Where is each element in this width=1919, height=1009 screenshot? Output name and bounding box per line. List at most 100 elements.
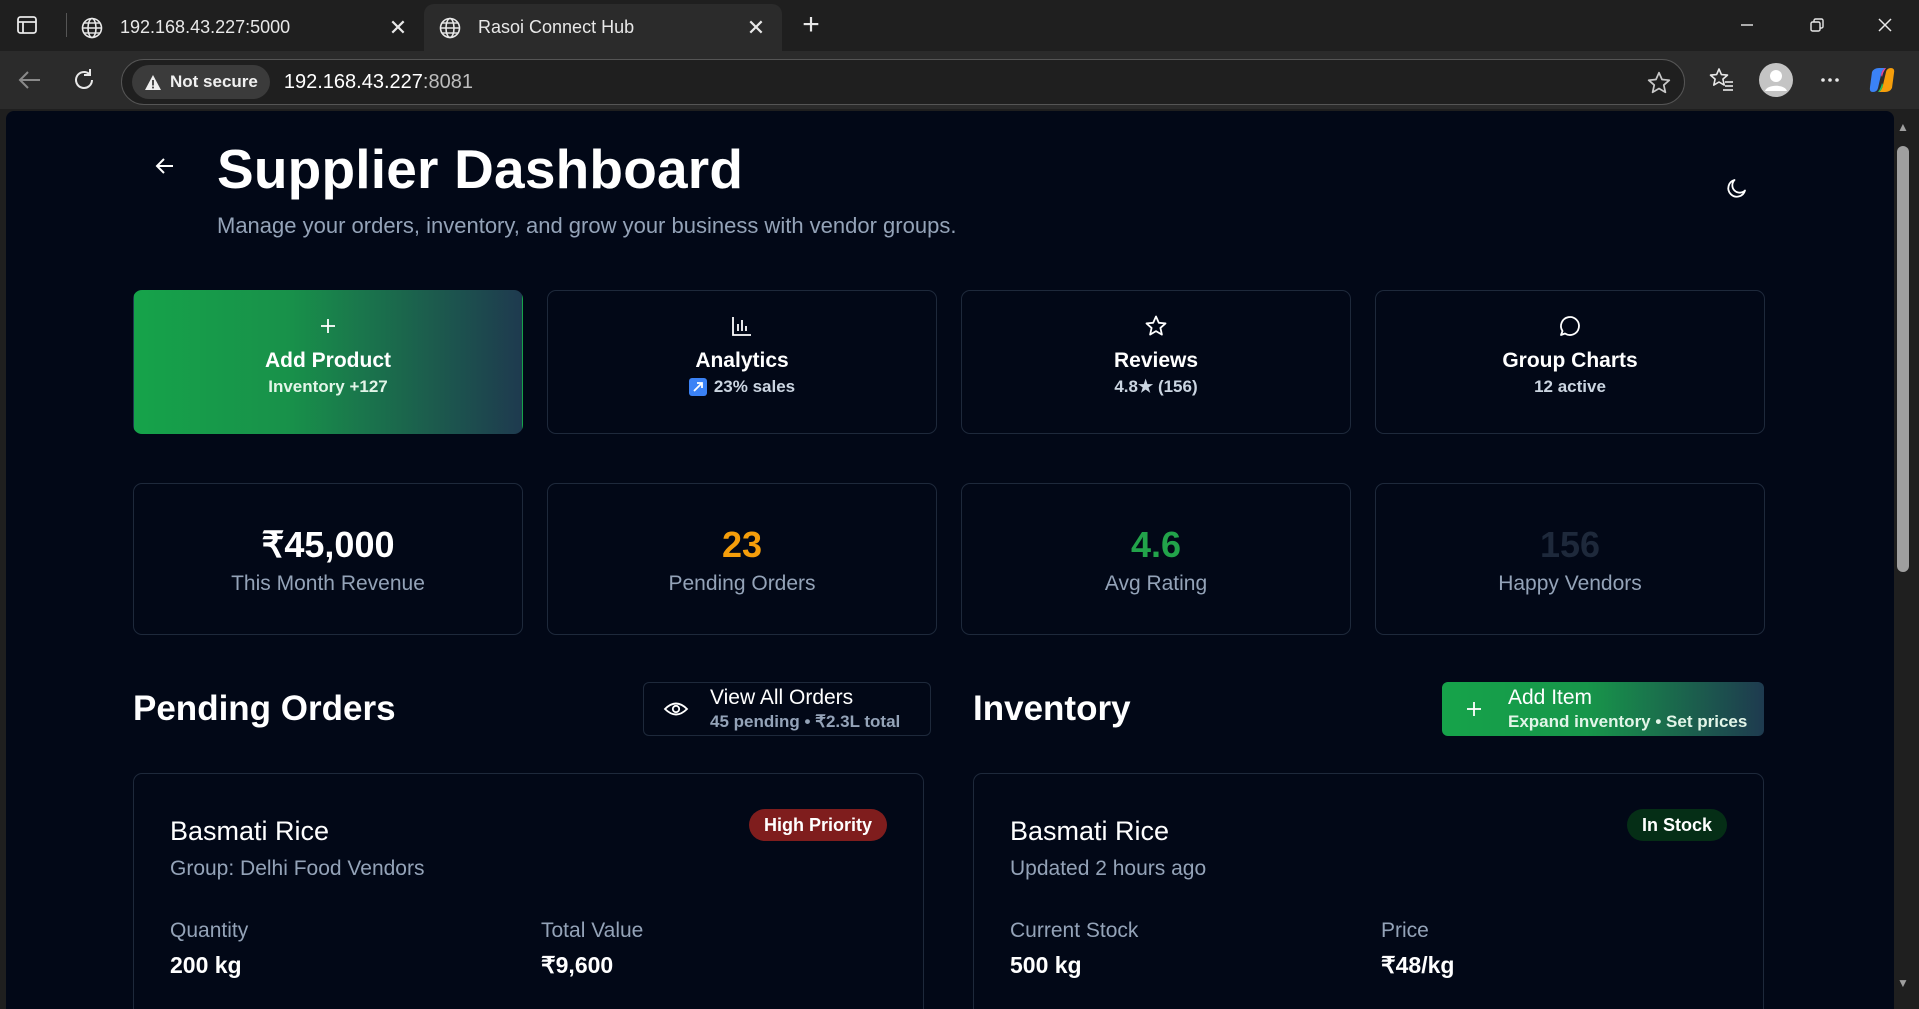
star-icon bbox=[1144, 315, 1168, 337]
card-title: Reviews bbox=[1113, 349, 1199, 372]
add-item-button[interactable]: Add Item Expand inventory • Set prices bbox=[1442, 682, 1764, 736]
inventory-updated: Updated 2 hours ago bbox=[1010, 857, 1207, 880]
add-product-card[interactable]: Add Product Inventory +127 bbox=[133, 290, 523, 434]
back-nav-button[interactable] bbox=[13, 63, 47, 97]
stat-label: Happy Vendors bbox=[1498, 572, 1642, 595]
stat-value: 23 bbox=[721, 524, 763, 565]
scroll-thumb[interactable] bbox=[1897, 146, 1909, 572]
pending-order-card[interactable]: Basmati Rice Group: Delhi Food Vendors H… bbox=[133, 773, 924, 1009]
warning-icon bbox=[144, 74, 162, 91]
stat-label: This Month Revenue bbox=[231, 572, 425, 595]
happy-vendors-stat-card: 156 Happy Vendors bbox=[1375, 483, 1765, 635]
security-label: Not secure bbox=[170, 72, 258, 91]
tab-rasoi-connect-hub[interactable]: Rasoi Connect Hub ✕ bbox=[424, 4, 782, 51]
order-group: Group: Delhi Food Vendors bbox=[170, 857, 425, 880]
trending-up-icon bbox=[688, 378, 707, 396]
url-host: 192.168.43.227 bbox=[283, 70, 423, 93]
copilot-icon bbox=[1869, 68, 1895, 92]
favorite-star-button[interactable] bbox=[1646, 70, 1672, 101]
globe-icon bbox=[80, 16, 104, 40]
total-value: ₹9,600 bbox=[541, 952, 614, 978]
page-title: Supplier Dashboard bbox=[217, 138, 744, 200]
pending-orders-heading: Pending Orders bbox=[133, 689, 396, 728]
minimize-button[interactable] bbox=[1727, 8, 1767, 42]
avatar-icon bbox=[1759, 63, 1793, 97]
current-stock-value: 500 kg bbox=[1010, 952, 1082, 978]
add-item-subtext: Expand inventory • Set prices bbox=[1508, 712, 1748, 731]
url-text: 192.168.43.227:8081 bbox=[284, 71, 473, 94]
browser-toolbar: Not secure 192.168.43.227:8081 bbox=[0, 51, 1919, 109]
price-label: Price bbox=[1381, 919, 1429, 942]
plus-icon bbox=[318, 315, 338, 337]
minimize-icon bbox=[1741, 24, 1753, 26]
quantity-label: Quantity bbox=[170, 919, 249, 942]
more-menu-button[interactable] bbox=[1811, 61, 1849, 99]
favorites-icon bbox=[1709, 68, 1733, 91]
profile-button[interactable] bbox=[1757, 61, 1795, 99]
card-subtitle: 23% sales bbox=[713, 377, 796, 396]
globe-icon bbox=[438, 16, 462, 40]
reviews-card[interactable]: Reviews 4.8★ (156) bbox=[961, 290, 1351, 434]
new-tab-button[interactable]: + bbox=[796, 8, 826, 41]
plus-icon bbox=[1460, 699, 1488, 719]
inventory-item-card[interactable]: Basmati Rice Updated 2 hours ago In Stoc… bbox=[973, 773, 1764, 1009]
inventory-product-name: Basmati Rice bbox=[1010, 816, 1170, 846]
scroll-down-icon[interactable]: ▼ bbox=[1895, 976, 1911, 990]
arrow-left-icon bbox=[18, 71, 40, 89]
stat-value: 156 bbox=[1539, 524, 1601, 565]
analytics-card[interactable]: Analytics 23% sales bbox=[547, 290, 937, 434]
arrow-left-icon bbox=[155, 158, 173, 174]
stat-label: Avg Rating bbox=[1104, 572, 1208, 595]
close-icon bbox=[1878, 18, 1892, 32]
tab-close-icon[interactable]: ✕ bbox=[386, 15, 410, 40]
card-subtitle: Inventory +127 bbox=[268, 377, 388, 396]
card-subtitle-row: 23% sales bbox=[688, 377, 796, 397]
tab-close-icon[interactable]: ✕ bbox=[744, 15, 768, 40]
inventory-heading: Inventory bbox=[973, 689, 1131, 728]
reload-button[interactable] bbox=[67, 63, 101, 97]
price-value: ₹48/kg bbox=[1381, 952, 1455, 978]
message-circle-icon bbox=[1558, 315, 1582, 337]
star-outline-icon bbox=[1647, 71, 1671, 94]
card-subtitle: 12 active bbox=[1534, 377, 1606, 396]
security-indicator[interactable]: Not secure bbox=[132, 65, 270, 99]
page-subtitle: Manage your orders, inventory, and grow … bbox=[217, 213, 957, 238]
more-dots-icon bbox=[1821, 78, 1839, 82]
card-subtitle: 4.8★ (156) bbox=[1114, 377, 1198, 396]
tab-title: Rasoi Connect Hub bbox=[478, 17, 635, 37]
copilot-button[interactable] bbox=[1863, 61, 1901, 99]
scroll-up-icon[interactable]: ▲ bbox=[1895, 120, 1911, 134]
group-charts-card[interactable]: Group Charts 12 active bbox=[1375, 290, 1765, 434]
card-title: Analytics bbox=[695, 349, 789, 372]
stat-value: ₹45,000 bbox=[261, 524, 395, 565]
total-value-label: Total Value bbox=[541, 919, 644, 942]
favorites-button[interactable] bbox=[1703, 61, 1741, 99]
close-window-button[interactable] bbox=[1865, 8, 1905, 42]
restore-button[interactable] bbox=[1797, 8, 1837, 42]
bar-chart-icon bbox=[731, 315, 753, 337]
page-viewport: Supplier Dashboard Manage your orders, i… bbox=[6, 111, 1894, 1009]
avg-rating-stat-card: 4.6 Avg Rating bbox=[961, 483, 1351, 635]
order-product-name: Basmati Rice bbox=[170, 816, 330, 846]
add-item-label: Add Item bbox=[1508, 686, 1593, 709]
theme-toggle-button[interactable] bbox=[1722, 173, 1752, 203]
tab-title: 192.168.43.227:5000 bbox=[120, 17, 291, 37]
current-stock-label: Current Stock bbox=[1010, 919, 1139, 942]
url-port: :8081 bbox=[422, 70, 473, 93]
restore-icon bbox=[1810, 18, 1824, 32]
eye-icon bbox=[662, 699, 690, 719]
view-all-subtext: 45 pending • ₹2.3L total bbox=[710, 712, 901, 731]
sidebar-toggle-icon bbox=[17, 16, 37, 34]
reload-icon bbox=[75, 69, 93, 89]
tab-actions-button[interactable] bbox=[14, 12, 40, 38]
card-title: Add Product bbox=[265, 349, 391, 372]
address-bar[interactable]: Not secure 192.168.43.227:8081 bbox=[121, 59, 1685, 105]
back-button[interactable] bbox=[150, 151, 180, 181]
view-all-orders-button[interactable]: View All Orders 45 pending • ₹2.3L total bbox=[643, 682, 931, 736]
tab-local-5000[interactable]: 192.168.43.227:5000 ✕ bbox=[66, 4, 424, 51]
view-all-label: View All Orders bbox=[710, 686, 854, 709]
pending-orders-stat-card: 23 Pending Orders bbox=[547, 483, 937, 635]
stat-value: 4.6 bbox=[1130, 524, 1182, 565]
stat-label: Pending Orders bbox=[668, 572, 816, 595]
card-title: Group Charts bbox=[1502, 349, 1638, 372]
